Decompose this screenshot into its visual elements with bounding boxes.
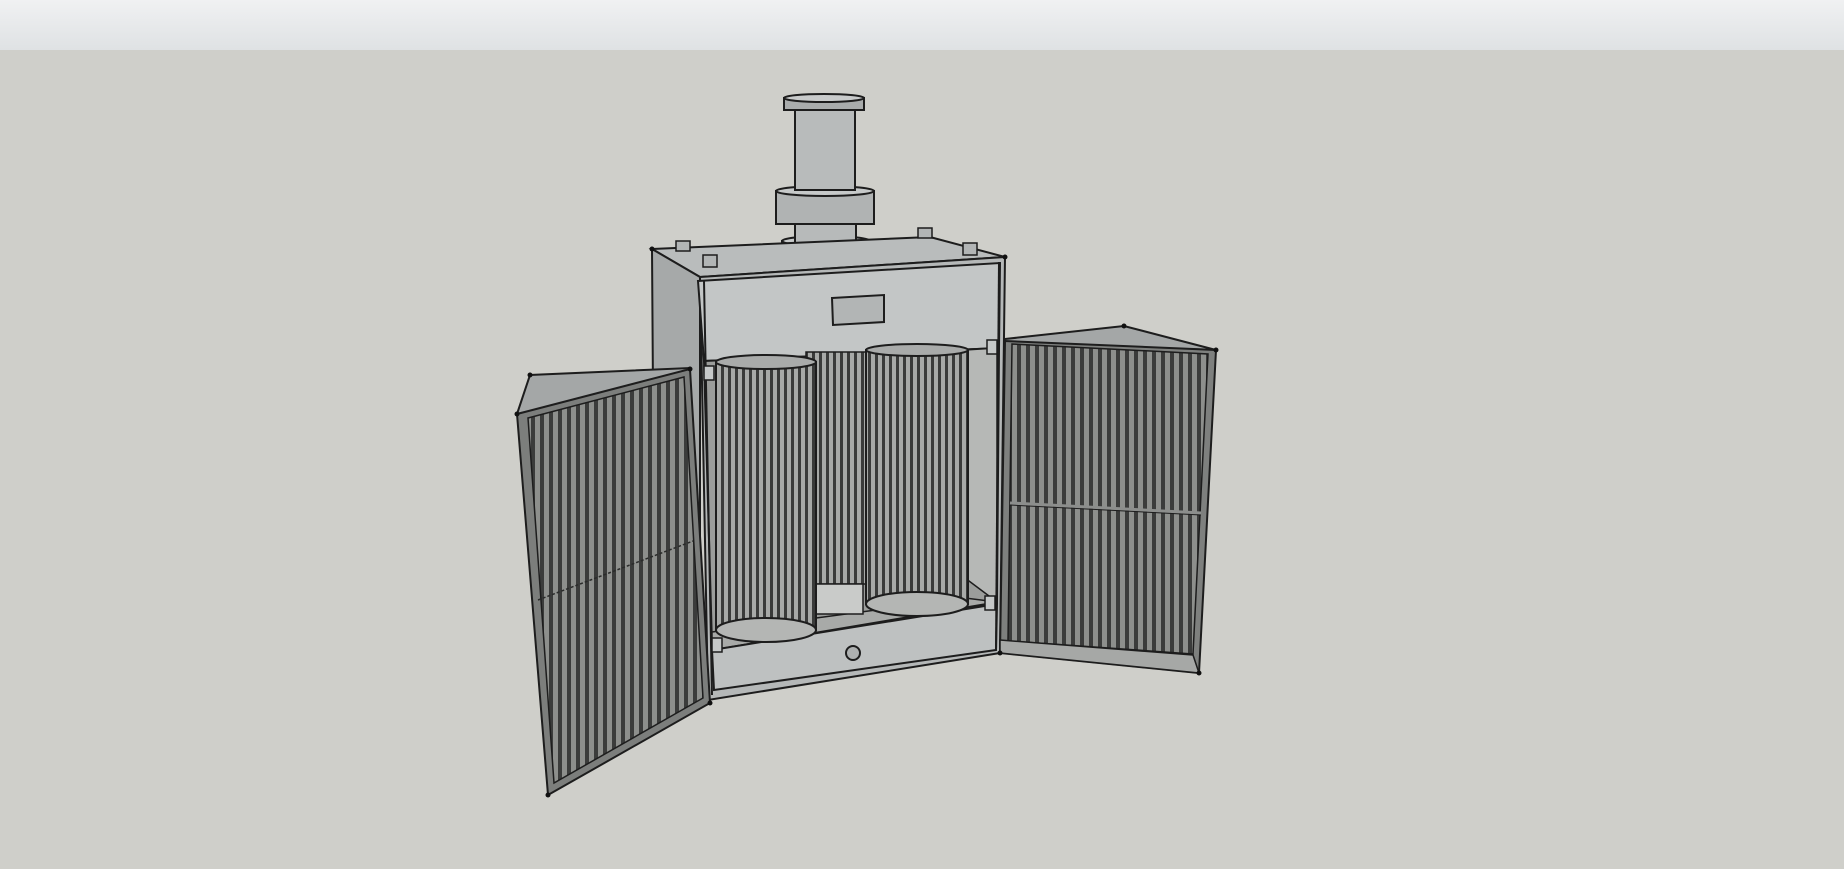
cartridge-left-body <box>715 361 817 631</box>
left-door[interactable] <box>515 366 712 797</box>
3d-model-canvas[interactable] <box>0 0 1844 869</box>
cartridge-left-bottom <box>715 617 817 643</box>
cartridge-left-top <box>715 354 817 370</box>
vertex-marker <box>687 366 693 372</box>
right-door[interactable] <box>998 324 1218 675</box>
vertex-marker <box>1002 254 1008 260</box>
stack-upper-pipe <box>794 105 856 191</box>
stack-top-opening <box>783 93 865 103</box>
vertex-marker <box>1121 323 1127 329</box>
bolt-2 <box>702 254 718 268</box>
filter-cartridges[interactable] <box>715 343 969 643</box>
cartridge-right-body <box>865 349 969 605</box>
bracket-tr <box>986 339 998 355</box>
sketchup-viewport[interactable] <box>0 0 1844 869</box>
interior-right-wall <box>964 347 998 604</box>
vertex-marker <box>545 792 551 798</box>
filter-cartridge-left <box>715 354 817 643</box>
bolt-4 <box>962 242 978 256</box>
bracket-tl <box>703 365 715 381</box>
vertex-marker <box>527 372 533 378</box>
vertex-marker <box>997 650 1003 656</box>
bracket-bl <box>711 637 723 653</box>
vertex-marker <box>707 700 713 706</box>
right-door-grille <box>1007 343 1209 655</box>
bolt-3 <box>917 227 933 239</box>
nameplate <box>830 293 885 327</box>
rear-cartridge-gap <box>814 583 864 615</box>
vertex-marker <box>514 411 520 417</box>
cartridge-right-top <box>865 343 969 357</box>
vertex-marker <box>1213 347 1219 353</box>
vertex-marker <box>1196 670 1202 676</box>
vertex-marker <box>649 246 655 252</box>
cartridge-right-bottom <box>865 591 969 617</box>
bracket-br <box>984 595 996 611</box>
bolt-1 <box>675 240 691 252</box>
exhaust-stack[interactable] <box>775 93 875 257</box>
filter-cartridge-right <box>865 343 969 617</box>
drain-port <box>845 645 861 661</box>
